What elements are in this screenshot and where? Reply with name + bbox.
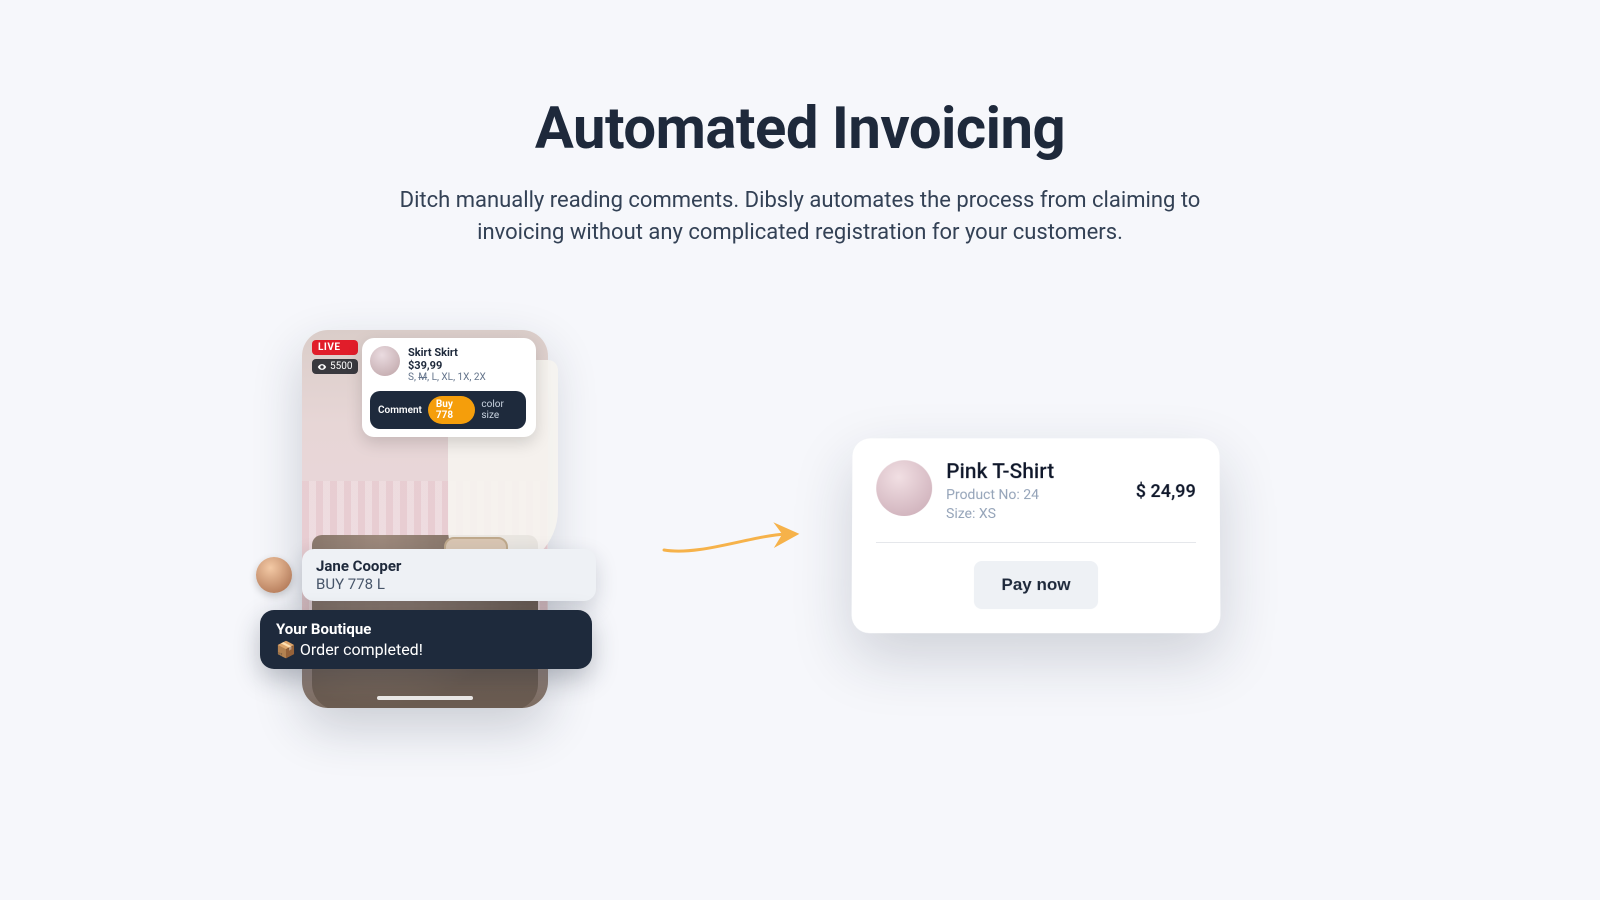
home-indicator [377,696,473,700]
invoice-product-thumb [876,460,932,516]
invoice-product-number: Product No: 24 [946,486,1122,505]
viewer-count-badge: 5500 [312,359,358,374]
comment-text: BUY 778 L [316,575,582,593]
customer-comment: Jane Cooper BUY 778 L [256,549,596,601]
buy-command-bar: Comment Buy 778 color size [370,391,526,429]
pay-now-button[interactable]: Pay now [973,561,1098,609]
page-title: Automated Invoicing [0,95,1600,163]
arrow-icon [660,520,800,560]
stream-product-card: Skirt Skirt $39,99 S, M, L, XL, 1X, 2X C… [362,338,536,437]
page-subtitle: Ditch manually reading comments. Dibsly … [365,185,1235,249]
reply-text: 📦 Order completed! [276,640,576,659]
invoice-product-size: Size: XS [946,505,1122,524]
invoice-price: $ 24,99 [1136,482,1196,503]
eye-icon [317,362,327,372]
stream-product-price: $39,99 [408,359,486,372]
buy-code-pill: Buy 778 [428,396,475,424]
stream-product-sizes: S, M, L, XL, 1X, 2X [408,372,486,383]
live-badge: LIVE [312,340,358,355]
comment-label: Comment [378,405,422,416]
avatar [256,557,292,593]
boutique-reply: Your Boutique 📦 Order completed! [260,610,592,669]
viewer-count: 5500 [330,361,352,372]
invoice-card: Pink T-Shirt Product No: 24 Size: XS $ 2… [851,438,1220,633]
stream-product-title: Skirt Skirt [408,346,486,359]
commenter-name: Jane Cooper [316,557,582,575]
live-stream-mock: LIVE 5500 Skirt Skirt $39,99 S, M, L, XL… [302,330,548,708]
buy-hint: color size [481,399,518,421]
boutique-name: Your Boutique [276,620,576,638]
invoice-product-title: Pink T-Shirt [946,460,1122,484]
product-thumb [370,346,400,376]
divider [876,542,1196,543]
